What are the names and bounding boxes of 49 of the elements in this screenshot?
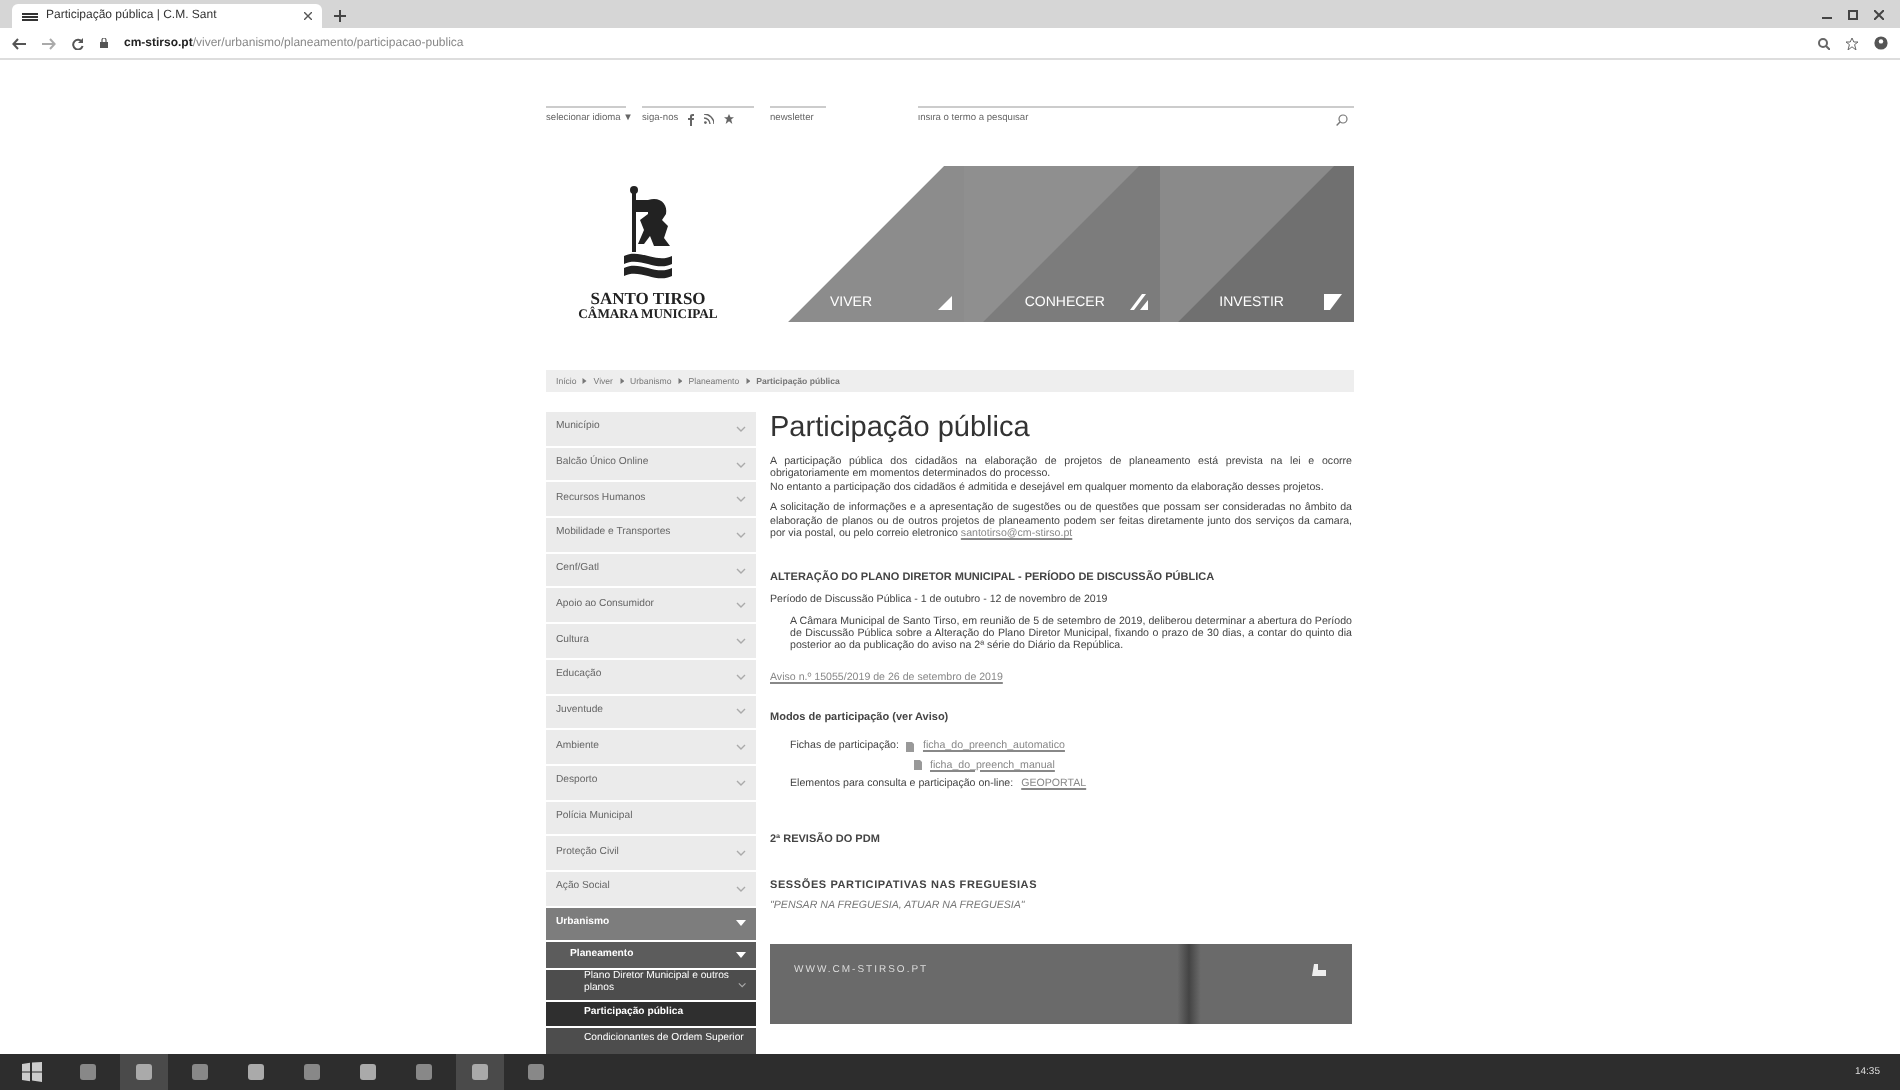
zoom-icon[interactable] bbox=[1818, 37, 1830, 49]
chevron-icon bbox=[736, 461, 746, 468]
chevron-icon bbox=[736, 567, 746, 574]
app-icon[interactable] bbox=[78, 1062, 98, 1082]
chevron-icon bbox=[736, 885, 746, 892]
triangle-right-icon bbox=[582, 378, 588, 384]
triangle-right-icon bbox=[619, 378, 624, 384]
page-title: Participação pública bbox=[770, 412, 1032, 448]
app-icon[interactable] bbox=[470, 1062, 490, 1082]
caret-icon bbox=[736, 952, 746, 959]
app-icon[interactable] bbox=[358, 1062, 378, 1082]
chevron-icon bbox=[736, 673, 746, 680]
lock-icon bbox=[100, 38, 108, 48]
chevron-icon bbox=[737, 981, 746, 988]
chevron-icon bbox=[736, 602, 746, 609]
close-icon[interactable] bbox=[1874, 9, 1884, 19]
back-arrow-icon[interactable] bbox=[12, 37, 26, 49]
slash-icon bbox=[1323, 294, 1342, 310]
chevron-icon bbox=[736, 425, 746, 432]
chevron-icon bbox=[736, 496, 746, 503]
app-icon[interactable] bbox=[134, 1062, 154, 1082]
triangle-icon bbox=[938, 296, 953, 310]
maximize-icon[interactable] bbox=[1848, 9, 1858, 19]
chevron-icon bbox=[736, 850, 746, 857]
triangle-right-icon bbox=[677, 378, 683, 384]
plus-icon[interactable] bbox=[334, 10, 346, 22]
chevron-icon bbox=[736, 531, 746, 538]
app-icon[interactable] bbox=[302, 1062, 322, 1082]
chevron-icon bbox=[736, 744, 746, 751]
stripes-icon bbox=[1129, 294, 1148, 310]
caret-icon bbox=[736, 920, 746, 927]
search-icon[interactable] bbox=[1336, 113, 1348, 125]
app-icon[interactable] bbox=[526, 1062, 546, 1082]
reload-icon[interactable] bbox=[72, 37, 84, 49]
app-icon[interactable] bbox=[246, 1062, 266, 1082]
star-icon[interactable] bbox=[724, 114, 735, 124]
star-icon[interactable] bbox=[1846, 37, 1858, 49]
account-icon[interactable] bbox=[1874, 36, 1888, 50]
triangle-right-icon bbox=[745, 378, 751, 384]
chevron-icon bbox=[736, 637, 746, 644]
chevron-icon bbox=[736, 708, 746, 715]
rss-icon[interactable] bbox=[704, 114, 715, 124]
chevron-icon bbox=[736, 779, 746, 786]
app-icon[interactable] bbox=[190, 1062, 210, 1082]
app-icon[interactable] bbox=[414, 1062, 434, 1082]
logo-name: SANTO TIRSO bbox=[590, 288, 706, 308]
close-icon[interactable] bbox=[304, 12, 312, 20]
windows-logo-icon[interactable] bbox=[22, 1062, 42, 1082]
facebook-icon[interactable] bbox=[688, 113, 695, 125]
